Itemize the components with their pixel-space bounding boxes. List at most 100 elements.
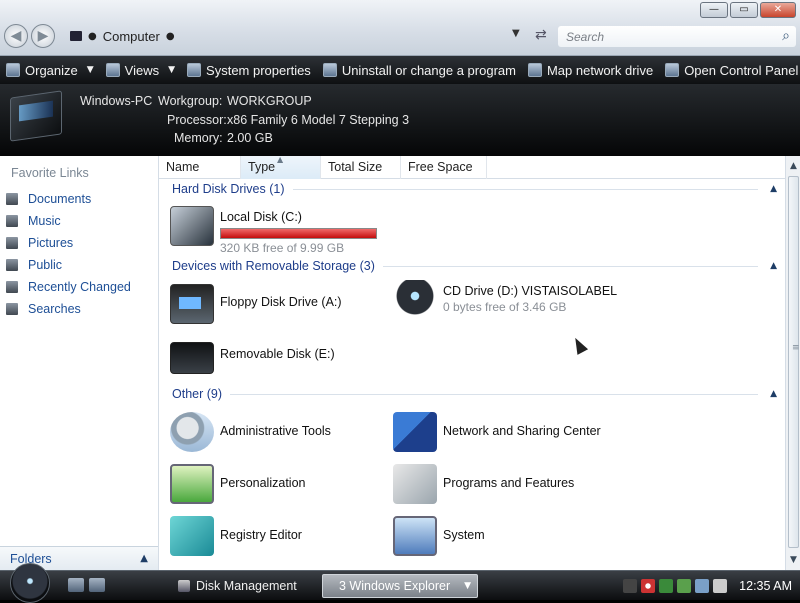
minimize-button[interactable]: — [700,2,728,18]
taskbar-button-windows-explorer[interactable]: 3 Windows Explorer ▼ [322,574,478,598]
column-header-name[interactable]: Name [159,156,241,179]
collapse-group-icon[interactable]: ▲ [770,184,777,194]
views-button[interactable]: Views ▼ [100,57,181,83]
column-header-free-space[interactable]: Free Space [401,156,487,179]
tray-security-alert-icon[interactable] [641,579,656,593]
refresh-icon[interactable]: ⇄ [535,27,547,43]
workgroup-label: Workgroup: [158,94,223,108]
views-icon [105,63,120,77]
tray-network-icon[interactable] [695,579,710,593]
map-drive-label: Map network drive [546,62,654,78]
collapse-group-icon[interactable]: ▲ [770,389,777,399]
tray-volume-muted-icon[interactable] [713,579,728,593]
chevron-down-icon: ▼ [168,65,176,75]
nav-link-pictures[interactable]: Pictures [6,232,131,254]
control-panel-icon [665,63,680,77]
computer-icon [70,31,82,41]
forward-button[interactable]: ▶ [31,24,55,48]
nav-link-searches[interactable]: Searches [6,298,131,320]
search-box[interactable]: Search ⌕ [558,26,796,47]
tray-update-icon[interactable] [659,579,674,593]
item-personalization[interactable]: Personalization [170,464,305,504]
column-header-row: Name ▲ Type Total Size Free Space [159,155,785,179]
network-icon [393,412,437,452]
tray-power-icon[interactable] [623,579,638,593]
breadcrumb-separator: ● [88,30,97,42]
documents-icon [6,193,18,205]
collapse-group-icon[interactable]: ▲ [770,261,777,271]
group-header-hard-disk[interactable]: Hard Disk Drives (1) ▲ [172,182,777,196]
item-programs-features[interactable]: Programs and Features [393,464,574,504]
breadcrumb-computer[interactable]: Computer [103,29,160,44]
column-header-type[interactable]: ▲ Type [241,155,321,179]
chevron-up-icon: ▲ [140,553,148,564]
nav-link-label: Public [28,258,63,272]
explorer-window: — ▭ ✕ ◀ ▶ ● Computer ● ▼ ⇄ Search ⌕ Orga… [0,0,800,570]
address-bar[interactable]: ● Computer ● [70,26,530,46]
scroll-down-icon[interactable]: ▼ [786,552,800,568]
drive-floppy-a[interactable]: Floppy Disk Drive (A:) [170,284,342,324]
hard-disk-icon [170,206,214,246]
item-network-sharing-center[interactable]: Network and Sharing Center [393,412,601,452]
scrollbar-thumb[interactable]: ≡ [788,176,800,548]
open-control-panel-button[interactable]: Open Control Panel [659,57,800,83]
task-label: 3 Windows Explorer [339,579,451,593]
nav-link-recently-changed[interactable]: Recently Changed [6,276,131,298]
uninstall-button[interactable]: Uninstall or change a program [317,57,522,83]
nav-link-label: Music [28,214,61,228]
scroll-up-icon[interactable]: ▲ [786,158,800,174]
system-icon [393,516,437,556]
system-properties-label: System properties [206,62,311,78]
group-divider [382,265,759,267]
removable-disk-icon [170,342,214,374]
favorite-links-list: Documents Music Pictures Public Recently… [6,188,131,320]
tray-shield-icon[interactable] [677,579,692,593]
item-name: Programs and Features [443,476,575,490]
cd-drive-icon [393,280,437,320]
group-header-other[interactable]: Other (9) ▲ [172,387,777,401]
item-system[interactable]: System [393,516,485,556]
drive-removable-e[interactable]: Removable Disk (E:) [170,336,335,374]
item-registry-editor[interactable]: Registry Editor [170,516,302,556]
item-administrative-tools[interactable]: Administrative Tools [170,412,331,452]
views-label: Views [124,62,160,78]
programs-features-icon [393,464,437,504]
pc-name: Windows-PC [80,94,153,108]
nav-link-documents[interactable]: Documents [6,188,131,210]
processor-label: Processor: [167,113,227,127]
item-name: System [443,528,485,542]
vertical-scrollbar[interactable]: ▲ ≡ ▼ [785,156,800,570]
registry-editor-icon [170,516,214,556]
group-divider [230,393,759,395]
clock[interactable]: 12:35 AM [739,579,792,593]
nav-link-public[interactable]: Public [6,254,131,276]
map-network-drive-button[interactable]: Map network drive [522,57,659,83]
start-button[interactable] [10,563,50,603]
breadcrumb-separator-2[interactable]: ● [166,31,175,42]
quick-launch-switch-windows-icon[interactable] [89,578,105,592]
system-properties-button[interactable]: System properties [181,57,317,83]
pictures-icon [6,237,18,249]
maximize-button[interactable]: ▭ [730,2,758,18]
nav-link-label: Recently Changed [28,280,131,294]
forward-arrow-icon: ▶ [37,28,49,44]
address-dropdown-icon[interactable]: ▼ [512,28,520,39]
nav-link-music[interactable]: Music [6,210,131,232]
taskbar-button-disk-management[interactable]: Disk Management [168,574,314,598]
drive-cd-d[interactable]: CD Drive (D:) VISTAISOLABEL 0 bytes free… [393,280,617,320]
search-icon[interactable]: ⌕ [782,28,790,44]
group-header-removable[interactable]: Devices with Removable Storage (3) ▲ [172,259,777,273]
column-header-total-size[interactable]: Total Size [321,156,401,179]
item-name: Registry Editor [220,528,302,542]
disk-usage-fill [221,229,376,238]
organize-button[interactable]: Organize ▼ [0,57,100,83]
back-button[interactable]: ◀ [4,24,28,48]
close-button[interactable]: ✕ [760,2,796,18]
group-label: Other (9) [172,387,223,401]
drive-local-disk-c[interactable]: Local Disk (C:) 320 KB free of 9.99 GB [170,206,377,255]
recently-changed-icon [6,281,18,293]
disk-management-icon [178,580,190,592]
quick-launch-show-desktop-icon[interactable] [68,578,84,592]
details-pane: Windows-PC Workgroup: WORKGROUP Processo… [0,84,800,156]
organize-icon [6,63,20,77]
